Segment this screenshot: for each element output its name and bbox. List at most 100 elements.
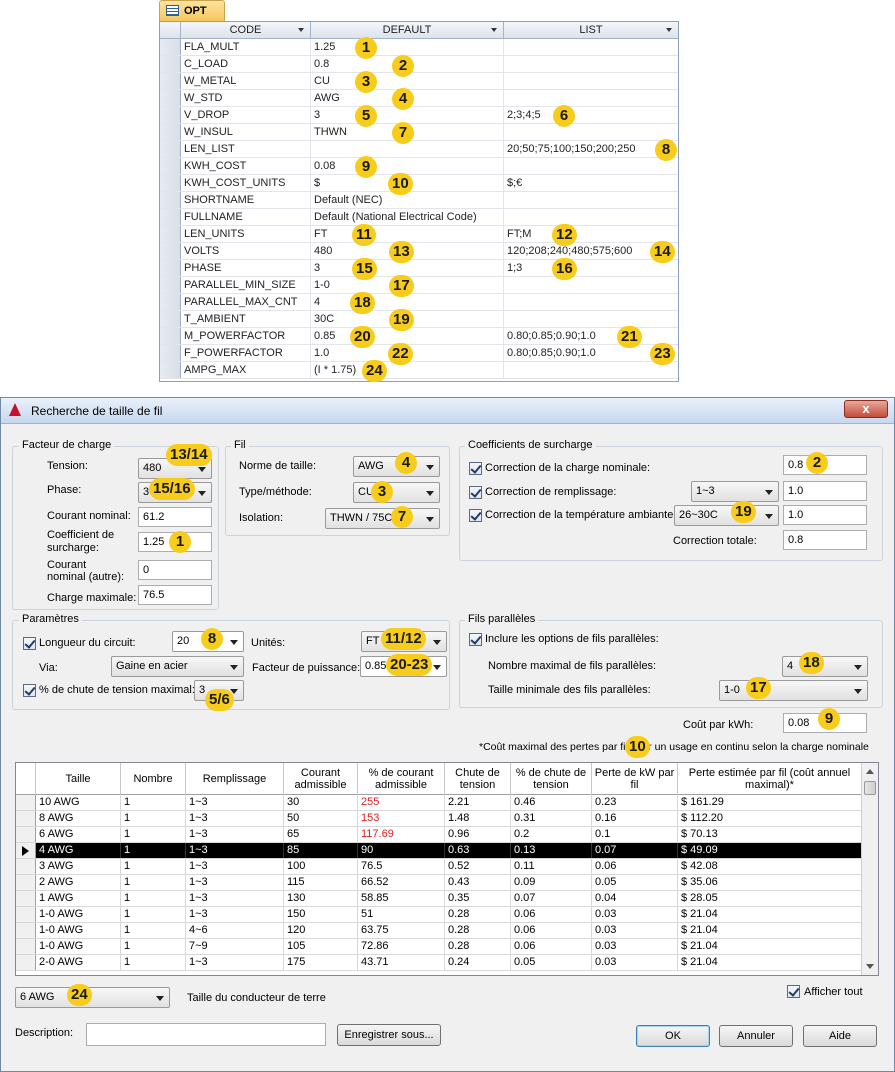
opt-list-cell[interactable] bbox=[504, 192, 678, 208]
grid-cell[interactable]: 0.16 bbox=[592, 811, 678, 826]
grid-cell[interactable]: $ 42.08 bbox=[678, 859, 862, 874]
total-corr-field[interactable]: 0.8 bbox=[783, 530, 867, 550]
temp-corr-checkbox[interactable] bbox=[469, 509, 482, 522]
fill-corr-select[interactable]: 1~3 bbox=[691, 481, 779, 502]
table-row[interactable]: 1-0 AWG 1 1~3 150 51 0.28 0.06 0.03 $ 21.04 bbox=[16, 907, 862, 923]
nominal-corr-checkbox[interactable] bbox=[469, 462, 482, 475]
grid-cell[interactable]: 1 bbox=[121, 843, 186, 858]
grid-cell[interactable]: 0.28 bbox=[445, 923, 511, 938]
opt-row[interactable]: W_INSUL THWN bbox=[160, 124, 678, 141]
col-list-header[interactable]: LIST bbox=[504, 22, 678, 39]
grid-cell[interactable]: 7~9 bbox=[186, 939, 284, 954]
grid-cell[interactable]: 1-0 AWG bbox=[36, 907, 121, 922]
grid-cell[interactable]: 0.52 bbox=[445, 859, 511, 874]
grid-cell[interactable]: 0.11 bbox=[511, 859, 592, 874]
grid-cell[interactable]: 1~3 bbox=[186, 843, 284, 858]
grid-cell[interactable]: $ 49.09 bbox=[678, 843, 862, 858]
grid-cell[interactable]: 0.13 bbox=[511, 843, 592, 858]
opt-row[interactable]: SHORTNAME Default (NEC) bbox=[160, 192, 678, 209]
title-bar[interactable]: Recherche de taille de fil x bbox=[1, 398, 894, 424]
grid-cell[interactable]: 1 bbox=[121, 923, 186, 938]
opt-list-cell[interactable]: 0.80;0.85;0.90;1.0 bbox=[504, 328, 678, 344]
row-selector[interactable] bbox=[160, 294, 181, 310]
table-row[interactable]: 6 AWG 1 1~3 65 117.69 0.96 0.2 0.1 $ 70.13 bbox=[16, 827, 862, 843]
grid-cell[interactable]: 4~6 bbox=[186, 923, 284, 938]
table-row[interactable]: 1-0 AWG 1 7~9 105 72.86 0.28 0.06 0.03 $ 21.04 bbox=[16, 939, 862, 955]
grid-cell[interactable]: $ 35.06 bbox=[678, 875, 862, 890]
row-selector[interactable] bbox=[160, 328, 181, 344]
row-header[interactable] bbox=[16, 795, 36, 810]
table-row[interactable]: 2 AWG 1 1~3 115 66.52 0.43 0.09 0.05 $ 35.06 bbox=[16, 875, 862, 891]
opt-row[interactable]: PARALLEL_MAX_CNT 4 bbox=[160, 294, 678, 311]
opt-list-cell[interactable] bbox=[504, 39, 678, 55]
grid-col-header[interactable]: % de courant admissible bbox=[358, 763, 445, 795]
opt-row[interactable]: T_AMBIENT 30C bbox=[160, 311, 678, 328]
row-header[interactable] bbox=[16, 907, 36, 922]
grid-cell[interactable]: $ 112.20 bbox=[678, 811, 862, 826]
grid-cell[interactable]: 0.05 bbox=[592, 875, 678, 890]
grid-cell[interactable]: $ 28.05 bbox=[678, 891, 862, 906]
opt-default-cell[interactable]: 0.08 bbox=[311, 158, 504, 174]
grid-cell[interactable]: $ 21.04 bbox=[678, 923, 862, 938]
row-selector[interactable] bbox=[160, 39, 181, 55]
grid-col-header[interactable]: Chute de tension bbox=[445, 763, 511, 795]
row-selector[interactable] bbox=[160, 362, 181, 378]
opt-row[interactable]: F_POWERFACTOR 1.0 0.80;0.85;0.90;1.0 bbox=[160, 345, 678, 362]
grid-cell[interactable]: 0.04 bbox=[592, 891, 678, 906]
grid-cell[interactable]: 0.09 bbox=[511, 875, 592, 890]
ground-size-select[interactable]: 6 AWG bbox=[15, 987, 170, 1008]
opt-row[interactable]: M_POWERFACTOR 0.85 0.80;0.85;0.90;1.0 bbox=[160, 328, 678, 345]
grid-cell[interactable]: 0.46 bbox=[511, 795, 592, 810]
grid-col-header[interactable]: % de chute de tension bbox=[511, 763, 592, 795]
opt-row[interactable]: KWH_COST 0.08 bbox=[160, 158, 678, 175]
grid-cell[interactable]: 115 bbox=[284, 875, 358, 890]
grid-cell[interactable]: 0.05 bbox=[511, 955, 592, 970]
grid-cell[interactable]: 117.69 bbox=[358, 827, 445, 842]
table-row[interactable]: 8 AWG 1 1~3 50 153 1.48 0.31 0.16 $ 112.20 bbox=[16, 811, 862, 827]
grid-cell[interactable]: 1 bbox=[121, 827, 186, 842]
parallel-min-select[interactable]: 1-0 bbox=[719, 680, 868, 701]
opt-code-cell[interactable]: KWH_COST bbox=[181, 158, 311, 174]
opt-default-cell[interactable]: 1.25 bbox=[311, 39, 504, 55]
grid-cell[interactable]: 0.06 bbox=[511, 939, 592, 954]
parallel-include-checkbox[interactable] bbox=[469, 633, 482, 646]
grid-cell[interactable]: 63.75 bbox=[358, 923, 445, 938]
row-header[interactable] bbox=[16, 843, 36, 858]
opt-default-cell[interactable]: 3 bbox=[311, 107, 504, 123]
row-header[interactable] bbox=[16, 891, 36, 906]
opt-code-cell[interactable]: PHASE bbox=[181, 260, 311, 276]
grid-cell[interactable]: 1~3 bbox=[186, 955, 284, 970]
opt-code-cell[interactable]: V_DROP bbox=[181, 107, 311, 123]
opt-row[interactable]: AMPG_MAX (I * 1.75) bbox=[160, 362, 678, 379]
grid-col-header[interactable]: Courant admissible bbox=[284, 763, 358, 795]
opt-list-cell[interactable]: 20;50;75;100;150;200;250 bbox=[504, 141, 678, 157]
opt-default-cell[interactable]: Default (National Electrical Code) bbox=[311, 209, 504, 225]
grid-cell[interactable]: 2 AWG bbox=[36, 875, 121, 890]
grid-cell[interactable]: 255 bbox=[358, 795, 445, 810]
row-selector[interactable] bbox=[160, 158, 181, 174]
grid-cell[interactable]: 0.35 bbox=[445, 891, 511, 906]
opt-list-cell[interactable] bbox=[504, 73, 678, 89]
opt-code-cell[interactable]: LEN_LIST bbox=[181, 141, 311, 157]
grid-cell[interactable]: 90 bbox=[358, 843, 445, 858]
grid-cell[interactable]: 175 bbox=[284, 955, 358, 970]
grid-cell[interactable]: 1 bbox=[121, 859, 186, 874]
opt-row[interactable]: V_DROP 3 2;3;4;5 bbox=[160, 107, 678, 124]
row-selector[interactable] bbox=[160, 73, 181, 89]
grid-cell[interactable]: 0.1 bbox=[592, 827, 678, 842]
description-field[interactable] bbox=[86, 1023, 326, 1046]
grid-cell[interactable]: 0.03 bbox=[592, 955, 678, 970]
row-selector[interactable] bbox=[160, 124, 181, 140]
opt-default-cell[interactable]: Default (NEC) bbox=[311, 192, 504, 208]
grid-cell[interactable]: 0.03 bbox=[592, 907, 678, 922]
grid-cell[interactable]: 1~3 bbox=[186, 795, 284, 810]
corner-cell[interactable] bbox=[160, 22, 181, 39]
grid-cell[interactable]: 66.52 bbox=[358, 875, 445, 890]
opt-code-cell[interactable]: VOLTS bbox=[181, 243, 311, 259]
grid-cell[interactable]: 1 AWG bbox=[36, 891, 121, 906]
grid-cell[interactable]: 1 bbox=[121, 875, 186, 890]
grid-cell[interactable]: $ 21.04 bbox=[678, 907, 862, 922]
opt-list-cell[interactable] bbox=[504, 209, 678, 225]
row-selector[interactable] bbox=[160, 277, 181, 293]
opt-row[interactable]: LEN_LIST 20;50;75;100;150;200;250 bbox=[160, 141, 678, 158]
